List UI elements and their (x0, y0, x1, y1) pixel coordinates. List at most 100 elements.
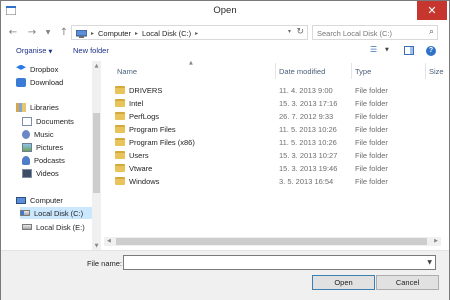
dialog-footer: File name: ▼ Open Cancel (1, 250, 449, 300)
scroll-up-icon[interactable]: ▲ (92, 63, 101, 69)
search-box[interactable]: ⌕ (312, 25, 438, 40)
sidebar-item-label: Podcasts (34, 155, 65, 165)
navigation-scrollbar[interactable]: ▲ ▼ (92, 61, 101, 251)
column-divider[interactable] (351, 63, 352, 79)
file-date: 26. 7. 2012 9:33 (279, 112, 334, 121)
folder-icon (115, 138, 125, 146)
folder-icon (115, 99, 125, 107)
folder-icon (115, 164, 125, 172)
sidebar-item-download[interactable]: Download (16, 76, 98, 88)
file-name: Program Files (129, 125, 176, 134)
table-row[interactable]: DRIVERS 11. 4. 2013 9:00 File folder (109, 83, 442, 96)
table-row[interactable]: Users 15. 3. 2013 10:27 File folder (109, 148, 442, 161)
sidebar-item-local-disk-c[interactable]: Local Disk (C:) (20, 207, 98, 219)
close-button[interactable]: ✕ (417, 1, 447, 20)
sort-ascending-icon: ▲ (189, 60, 193, 66)
sidebar-item-label: Download (30, 77, 64, 87)
sidebar-item-libraries[interactable]: Libraries (16, 101, 98, 113)
sidebar-item-music[interactable]: Music (22, 128, 98, 140)
address-bar[interactable]: ▸ Computer ▸ Local Disk (C:) ▸ ▾ ↻ (71, 25, 308, 40)
libraries-icon (16, 102, 26, 112)
file-date: 15. 3. 2013 19:46 (279, 164, 338, 173)
column-divider[interactable] (275, 63, 276, 79)
organise-button[interactable]: Organise ▼ (16, 46, 52, 55)
sidebar-item-pictures[interactable]: Pictures (22, 141, 98, 153)
disk-icon (22, 224, 32, 230)
sidebar-item-local-disk-e[interactable]: Local Disk (E:) (22, 221, 98, 233)
folder-icon (115, 86, 125, 94)
column-header-date[interactable]: Date modified (279, 67, 325, 76)
address-dropdown-icon[interactable]: ▾ (288, 28, 291, 35)
file-date: 11. 5. 2013 10:26 (279, 138, 337, 147)
sidebar-item-videos[interactable]: Videos (22, 167, 98, 179)
file-name-combobox[interactable]: ▼ (123, 255, 436, 270)
help-icon[interactable]: ? (426, 46, 436, 56)
new-folder-button[interactable]: New folder (73, 46, 109, 55)
crumb-local-disk-c[interactable]: Local Disk (C:) (142, 29, 191, 38)
table-row[interactable]: Windows 3. 5. 2013 16:54 File folder (109, 174, 442, 187)
podcasts-icon (22, 155, 30, 165)
title-bar: Open ✕ (1, 1, 449, 21)
sidebar-item-documents[interactable]: Documents (22, 115, 98, 127)
table-row[interactable]: Vtware 15. 3. 2013 19:46 File folder (109, 161, 442, 174)
documents-icon (22, 116, 32, 126)
file-type: File folder (355, 99, 388, 108)
crumb-separator-icon: ▸ (134, 30, 138, 37)
column-header-type[interactable]: Type (355, 67, 371, 76)
table-row[interactable]: Program Files (x86) 11. 5. 2013 10:26 Fi… (109, 135, 442, 148)
folder-icon (115, 177, 125, 185)
dropbox-icon (16, 64, 26, 70)
scroll-right-icon[interactable]: ▶ (434, 238, 438, 244)
view-options-dropdown-icon[interactable]: ▼ (385, 47, 389, 53)
sidebar-item-computer[interactable]: Computer (16, 194, 98, 206)
table-row[interactable]: PerfLogs 26. 7. 2012 9:33 File folder (109, 109, 442, 122)
back-button[interactable]: ← (6, 26, 20, 40)
table-row[interactable]: Program Files 11. 5. 2013 10:26 File fol… (109, 122, 442, 135)
column-divider[interactable] (425, 63, 426, 79)
sidebar-item-dropbox[interactable]: Dropbox (16, 63, 98, 75)
column-header-size[interactable]: Size (429, 67, 444, 76)
breadcrumb: ▸ Computer ▸ Local Disk (C:) ▸ (76, 29, 198, 38)
table-row[interactable]: Intel 15. 3. 2013 17:16 File folder (109, 96, 442, 109)
column-headers: ▲ Name Date modified Type Size (109, 60, 444, 81)
file-date: 11. 5. 2013 10:26 (279, 125, 337, 134)
search-input[interactable] (317, 28, 417, 38)
sidebar-item-label: Videos (36, 168, 59, 178)
sidebar-item-podcasts[interactable]: Podcasts (22, 154, 98, 166)
computer-icon (16, 196, 26, 204)
download-icon (16, 77, 26, 87)
search-icon[interactable]: ⌕ (429, 27, 434, 37)
file-date: 15. 3. 2013 17:16 (279, 99, 338, 108)
change-view-icon[interactable]: ☰ (370, 45, 377, 54)
organise-label: Organise (16, 46, 47, 55)
column-header-name[interactable]: Name (117, 67, 137, 76)
file-type: File folder (355, 125, 388, 134)
crumb-computer[interactable]: Computer (98, 29, 131, 38)
os-disk-icon (20, 210, 30, 216)
forward-button[interactable]: → (25, 26, 39, 40)
scrollbar-thumb[interactable] (116, 238, 427, 245)
chevron-down-icon[interactable]: ▼ (427, 259, 432, 266)
refresh-icon[interactable]: ↻ (296, 27, 304, 37)
file-name: Users (129, 151, 149, 160)
computer-icon (76, 29, 87, 38)
up-button[interactable]: ↑ (57, 26, 71, 40)
sidebar-item-label: Computer (30, 195, 63, 205)
file-name: DRIVERS (129, 86, 163, 95)
recent-locations-dropdown[interactable]: ▼ (43, 26, 53, 40)
sidebar-item-label: Local Disk (C:) (34, 208, 84, 218)
file-name-input[interactable] (127, 258, 417, 268)
scroll-left-icon[interactable]: ◀ (107, 238, 111, 244)
scrollbar-thumb[interactable] (93, 113, 100, 193)
file-name-label: File name: (87, 259, 123, 268)
open-button[interactable]: Open (312, 275, 375, 290)
scroll-down-icon[interactable]: ▼ (92, 243, 101, 249)
window-title: Open (213, 5, 237, 16)
cancel-button[interactable]: Cancel (376, 275, 439, 290)
preview-pane-icon[interactable] (404, 46, 414, 55)
horizontal-scrollbar[interactable]: ◀ ▶ (104, 237, 441, 246)
pictures-icon (22, 142, 32, 152)
folder-icon (115, 125, 125, 133)
file-name: Vtware (129, 164, 153, 173)
file-list: ▲ Name Date modified Type Size DRIVERS 1… (109, 60, 444, 246)
